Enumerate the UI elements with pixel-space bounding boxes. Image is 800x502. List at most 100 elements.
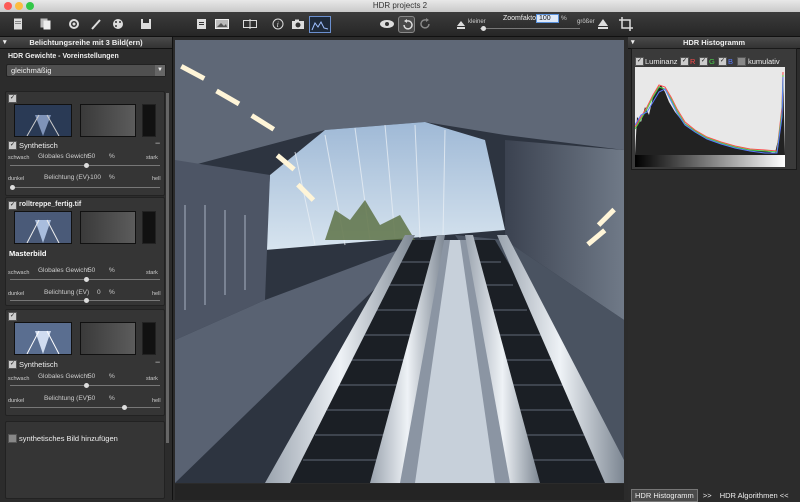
image-2-strong-label: stark xyxy=(146,270,158,276)
image-2-filename: rolltreppe_fertig.tif xyxy=(19,201,82,208)
image-3-exposure-slider[interactable] xyxy=(10,407,160,408)
collapse-caret-icon[interactable]: ▾ xyxy=(631,37,635,48)
export-icon[interactable] xyxy=(194,16,209,31)
image-3-weak-label: schwach xyxy=(8,376,30,382)
image-1-weight-knob[interactable] xyxy=(84,163,89,168)
image-1-exposure-value[interactable]: -100 xyxy=(88,174,101,181)
image-1-strong-label: stark xyxy=(146,155,158,161)
image-2-exposure-knob[interactable] xyxy=(84,298,89,303)
image-1-mask-preview xyxy=(142,104,156,137)
image-1-weight-label: Globales Gewicht xyxy=(38,153,89,160)
main-image-view[interactable] xyxy=(175,40,624,483)
image-1-exposure-knob[interactable] xyxy=(10,185,15,190)
image-2-weak-label: schwach xyxy=(8,270,30,276)
green-label: G xyxy=(709,57,715,66)
image-2-weight-value[interactable]: 50 xyxy=(88,267,95,274)
red-checkbox[interactable]: ✓ xyxy=(680,57,689,66)
rotate-right-icon[interactable] xyxy=(418,16,433,31)
save-icon[interactable] xyxy=(138,16,153,31)
compare-icon[interactable] xyxy=(242,16,257,31)
image-status-bar xyxy=(175,484,624,500)
exposure-series-title: Belichtungsreihe mit 3 Bild(ern) xyxy=(29,38,143,47)
image-3-exposure-unit: % xyxy=(109,395,115,402)
document-icon[interactable] xyxy=(10,16,25,31)
tab-hdr-histogram[interactable]: HDR Histogramm xyxy=(631,489,698,502)
image-1-weight-value[interactable]: 50 xyxy=(88,153,95,160)
weights-preset-select[interactable]: gleichmäßig ▼ xyxy=(6,64,166,77)
add-synthetic-label[interactable]: synthetisches Bild hinzufügen xyxy=(19,434,118,443)
zoom-slider-knob[interactable] xyxy=(481,26,486,31)
image-3-weight-preview xyxy=(80,322,136,355)
weights-preset-value: gleichmäßig xyxy=(11,66,52,75)
blue-checkbox[interactable]: ✓ xyxy=(718,57,727,66)
left-panel-scrollbar[interactable] xyxy=(166,93,169,443)
dropdown-arrow-icon[interactable]: ▼ xyxy=(155,65,165,76)
image-1-synthetic-checkbox[interactable]: ✓ xyxy=(8,141,17,150)
image-1-thumbnail[interactable] xyxy=(14,104,72,137)
image-3-weight-value[interactable]: 50 xyxy=(88,373,95,380)
image-2-exposure-unit: % xyxy=(109,289,115,296)
image-1-checkbox[interactable]: ✓ xyxy=(8,94,17,103)
histogram-title: HDR Histogramm xyxy=(682,38,746,47)
image-3-checkbox[interactable]: ✓ xyxy=(8,312,17,321)
info-icon[interactable]: i xyxy=(270,16,285,31)
image-2-bright-label: hell xyxy=(152,291,161,297)
image-1-remove-button[interactable]: − xyxy=(155,138,160,148)
luminance-checkbox[interactable]: ✓ xyxy=(635,57,644,66)
svg-text:i: i xyxy=(276,20,278,29)
image-1-exposure-slider[interactable] xyxy=(10,187,160,188)
bottom-tab-bar: HDR Histogramm >> HDR Algorithmen << xyxy=(631,489,792,502)
image-3-exposure-value[interactable]: 50 xyxy=(88,395,95,402)
image-1-weight-preview xyxy=(80,104,136,137)
cumulative-label: kumulativ xyxy=(748,57,780,66)
image-2-mask-preview xyxy=(142,211,156,244)
window-title: HDR projects 2 xyxy=(372,1,428,10)
image-2-checkbox[interactable]: ✓ xyxy=(8,201,17,210)
zoom-window-button[interactable] xyxy=(26,2,34,10)
settings-icon[interactable] xyxy=(66,16,81,31)
add-synthetic-checkbox[interactable] xyxy=(8,434,17,443)
image-3-weight-knob[interactable] xyxy=(84,383,89,388)
histogram-icon[interactable] xyxy=(309,16,331,33)
image-3-mask-preview xyxy=(142,322,156,355)
crop-icon[interactable] xyxy=(618,16,633,31)
zoom-slider-track[interactable] xyxy=(480,28,580,29)
image-2-exposure-value[interactable]: 0 xyxy=(97,289,101,296)
red-label: R xyxy=(690,57,696,66)
image-3-weight-label: Globales Gewicht xyxy=(38,373,89,380)
cumulative-checkbox[interactable] xyxy=(737,57,746,66)
image-3-dark-label: dunkel xyxy=(8,398,25,404)
brush-icon[interactable] xyxy=(88,16,103,31)
image-2-thumbnail[interactable] xyxy=(14,211,72,244)
escalator-image xyxy=(175,40,624,483)
image-2-weight-preview xyxy=(80,211,136,244)
tab-separator: >> xyxy=(702,491,712,500)
zoom-in-icon[interactable] xyxy=(595,16,610,31)
image-group-2: ✓ rolltreppe_fertig.tif Masterbild schwa… xyxy=(5,197,165,306)
left-panel-header[interactable]: ▾ Belichtungsreihe mit 3 Bild(ern) xyxy=(0,37,172,49)
image-2-weight-knob[interactable] xyxy=(84,277,89,282)
eye-icon[interactable] xyxy=(378,16,396,31)
minimize-window-button[interactable] xyxy=(15,2,23,10)
collapse-caret-icon[interactable]: ▾ xyxy=(3,37,7,48)
image-group-1: ✓ ✓ Synthetisch − schwach Globales Gewic… xyxy=(5,91,165,196)
image-3-remove-button[interactable]: − xyxy=(155,357,160,367)
master-image-label: Masterbild xyxy=(9,249,47,258)
zoom-input[interactable] xyxy=(536,14,559,23)
palette-icon[interactable] xyxy=(110,16,125,31)
image-icon[interactable] xyxy=(214,16,229,31)
camera-exif-icon[interactable] xyxy=(290,16,305,31)
green-checkbox[interactable]: ✓ xyxy=(699,57,708,66)
image-3-exposure-knob[interactable] xyxy=(122,405,127,410)
image-1-weight-unit: % xyxy=(109,153,115,160)
zoom-out-icon[interactable] xyxy=(453,16,468,31)
image-3-thumbnail[interactable] xyxy=(14,322,72,355)
tab-hdr-algorithms[interactable]: HDR Algorithmen << xyxy=(717,490,792,501)
image-1-exposure-label: Belichtung (EV) xyxy=(44,174,90,181)
rotate-left-icon[interactable] xyxy=(398,16,415,33)
title-bar: HDR projects 2 xyxy=(0,0,800,12)
close-window-button[interactable] xyxy=(4,2,12,10)
image-3-synthetic-checkbox[interactable]: ✓ xyxy=(8,360,17,369)
toolbar: i kleiner Zoomfaktor % größer xyxy=(0,12,800,37)
copy-icon[interactable] xyxy=(38,16,53,31)
